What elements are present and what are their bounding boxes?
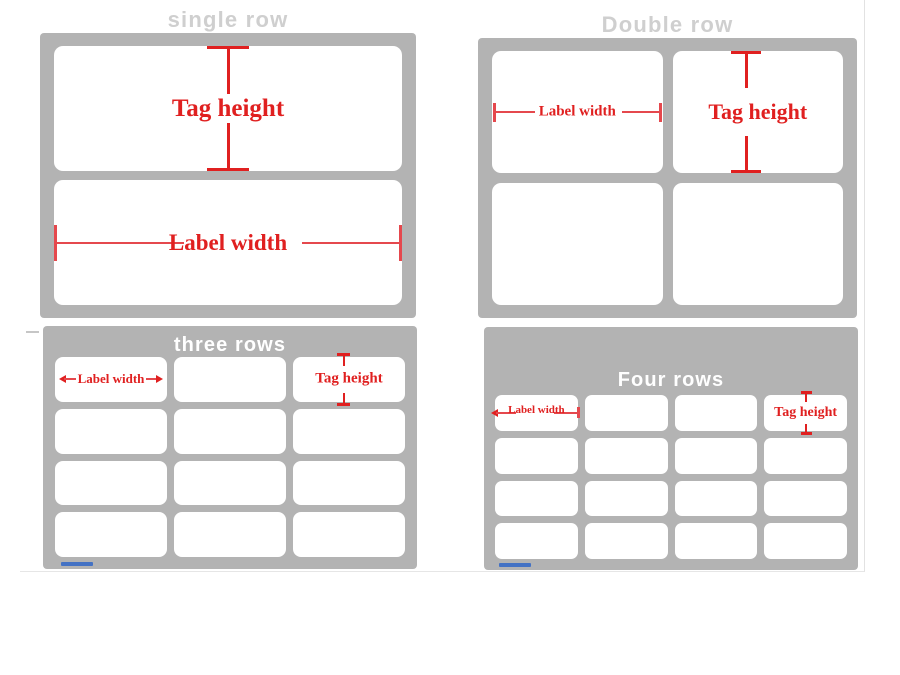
label-cell[interactable]: [55, 408, 167, 454]
label-cell[interactable]: [293, 408, 405, 454]
label-grid-three-rows: Label width Tag height: [55, 353, 405, 557]
label-cell[interactable]: [674, 395, 758, 431]
label-sheet-single-row[interactable]: Tag height Label width: [40, 33, 416, 318]
label-cell[interactable]: [674, 437, 758, 474]
label-cell[interactable]: [584, 437, 668, 474]
label-cell[interactable]: [584, 395, 668, 431]
label-width-left-line: [493, 111, 535, 113]
label-cell[interactable]: [764, 523, 847, 559]
tag-height-label: Tag height: [315, 370, 383, 387]
panel-title-double-row: Double row: [601, 12, 734, 37]
label-cell[interactable]: [674, 523, 758, 559]
label-cell[interactable]: Tag height: [764, 391, 847, 435]
label-cell[interactable]: Tag height: [54, 46, 402, 171]
label-cell[interactable]: Label width: [54, 180, 402, 305]
label-cell[interactable]: [495, 480, 578, 517]
label-cell[interactable]: Tag height: [293, 353, 405, 406]
label-cell[interactable]: [495, 523, 578, 559]
label-cell[interactable]: [174, 357, 286, 402]
panel-title-single-row: single row: [167, 7, 289, 32]
tag-height-label: Tag height: [171, 94, 285, 122]
tag-height-bottom-cap: [337, 402, 350, 406]
blue-selection-marker: [499, 563, 531, 567]
tag-height-upper-line: [744, 51, 748, 88]
label-cell[interactable]: [174, 460, 286, 506]
label-grid-single-row: Tag height Label width: [54, 46, 402, 305]
label-width-label: Label width: [77, 371, 145, 387]
label-cell[interactable]: [492, 183, 663, 305]
label-width-right-line: [302, 241, 402, 244]
tag-height-upper-line: [805, 391, 808, 402]
label-width-right-cap: [576, 407, 580, 419]
label-cell[interactable]: Label width: [55, 357, 167, 402]
label-width-right-arrow: [156, 375, 163, 384]
label-width-label: Label width: [168, 229, 288, 255]
label-cell[interactable]: [672, 183, 843, 305]
tag-height-bottom-cap: [207, 168, 249, 171]
label-cell[interactable]: [174, 512, 286, 557]
label-cell[interactable]: [584, 523, 668, 559]
label-cell[interactable]: [293, 512, 405, 557]
label-width-left-line: [54, 241, 184, 244]
label-width-label: Label width: [508, 404, 565, 416]
label-cell[interactable]: [764, 437, 847, 474]
label-cell[interactable]: [674, 480, 758, 517]
label-width-right-cap: [399, 224, 402, 261]
label-cell[interactable]: [174, 408, 286, 454]
label-cell[interactable]: [495, 437, 578, 474]
tag-height-bottom-cap: [800, 431, 812, 435]
label-grid-double-row: Label width Tag height: [492, 51, 843, 305]
tag-height-lower-line: [226, 123, 230, 171]
page-margin-tick: [26, 331, 39, 333]
label-grid-four-rows: Label width Tag height: [491, 391, 847, 559]
tag-height-upper-line: [226, 46, 230, 94]
tag-height-label: Tag height: [708, 99, 808, 124]
label-cell[interactable]: [764, 480, 847, 517]
label-sheet-four-rows[interactable]: Label width Tag height: [484, 327, 858, 570]
panel-title-four-rows: Four rows: [617, 369, 725, 391]
tag-height-bottom-cap: [730, 170, 761, 173]
label-sheet-three-rows[interactable]: Label width Tag height: [43, 326, 417, 569]
label-cell[interactable]: [55, 460, 167, 506]
label-sheet-double-row[interactable]: Label width Tag height: [478, 38, 857, 318]
label-width-left-line: [64, 378, 76, 381]
tag-height-upper-line: [342, 353, 345, 366]
label-cell[interactable]: [584, 480, 668, 517]
label-cell[interactable]: Tag height: [672, 51, 843, 173]
label-cell[interactable]: Label width: [492, 51, 663, 173]
blue-selection-marker: [61, 562, 93, 566]
tag-height-lower-line: [744, 136, 748, 173]
panel-title-three-rows: three rows: [173, 334, 287, 356]
label-cell[interactable]: [55, 512, 167, 557]
tag-height-label: Tag height: [774, 404, 838, 420]
label-cell[interactable]: [293, 460, 405, 506]
label-width-label: Label width: [538, 103, 616, 120]
label-cell[interactable]: Label width: [491, 395, 580, 431]
label-width-right-line: [621, 111, 662, 113]
label-width-right-cap: [658, 102, 662, 122]
